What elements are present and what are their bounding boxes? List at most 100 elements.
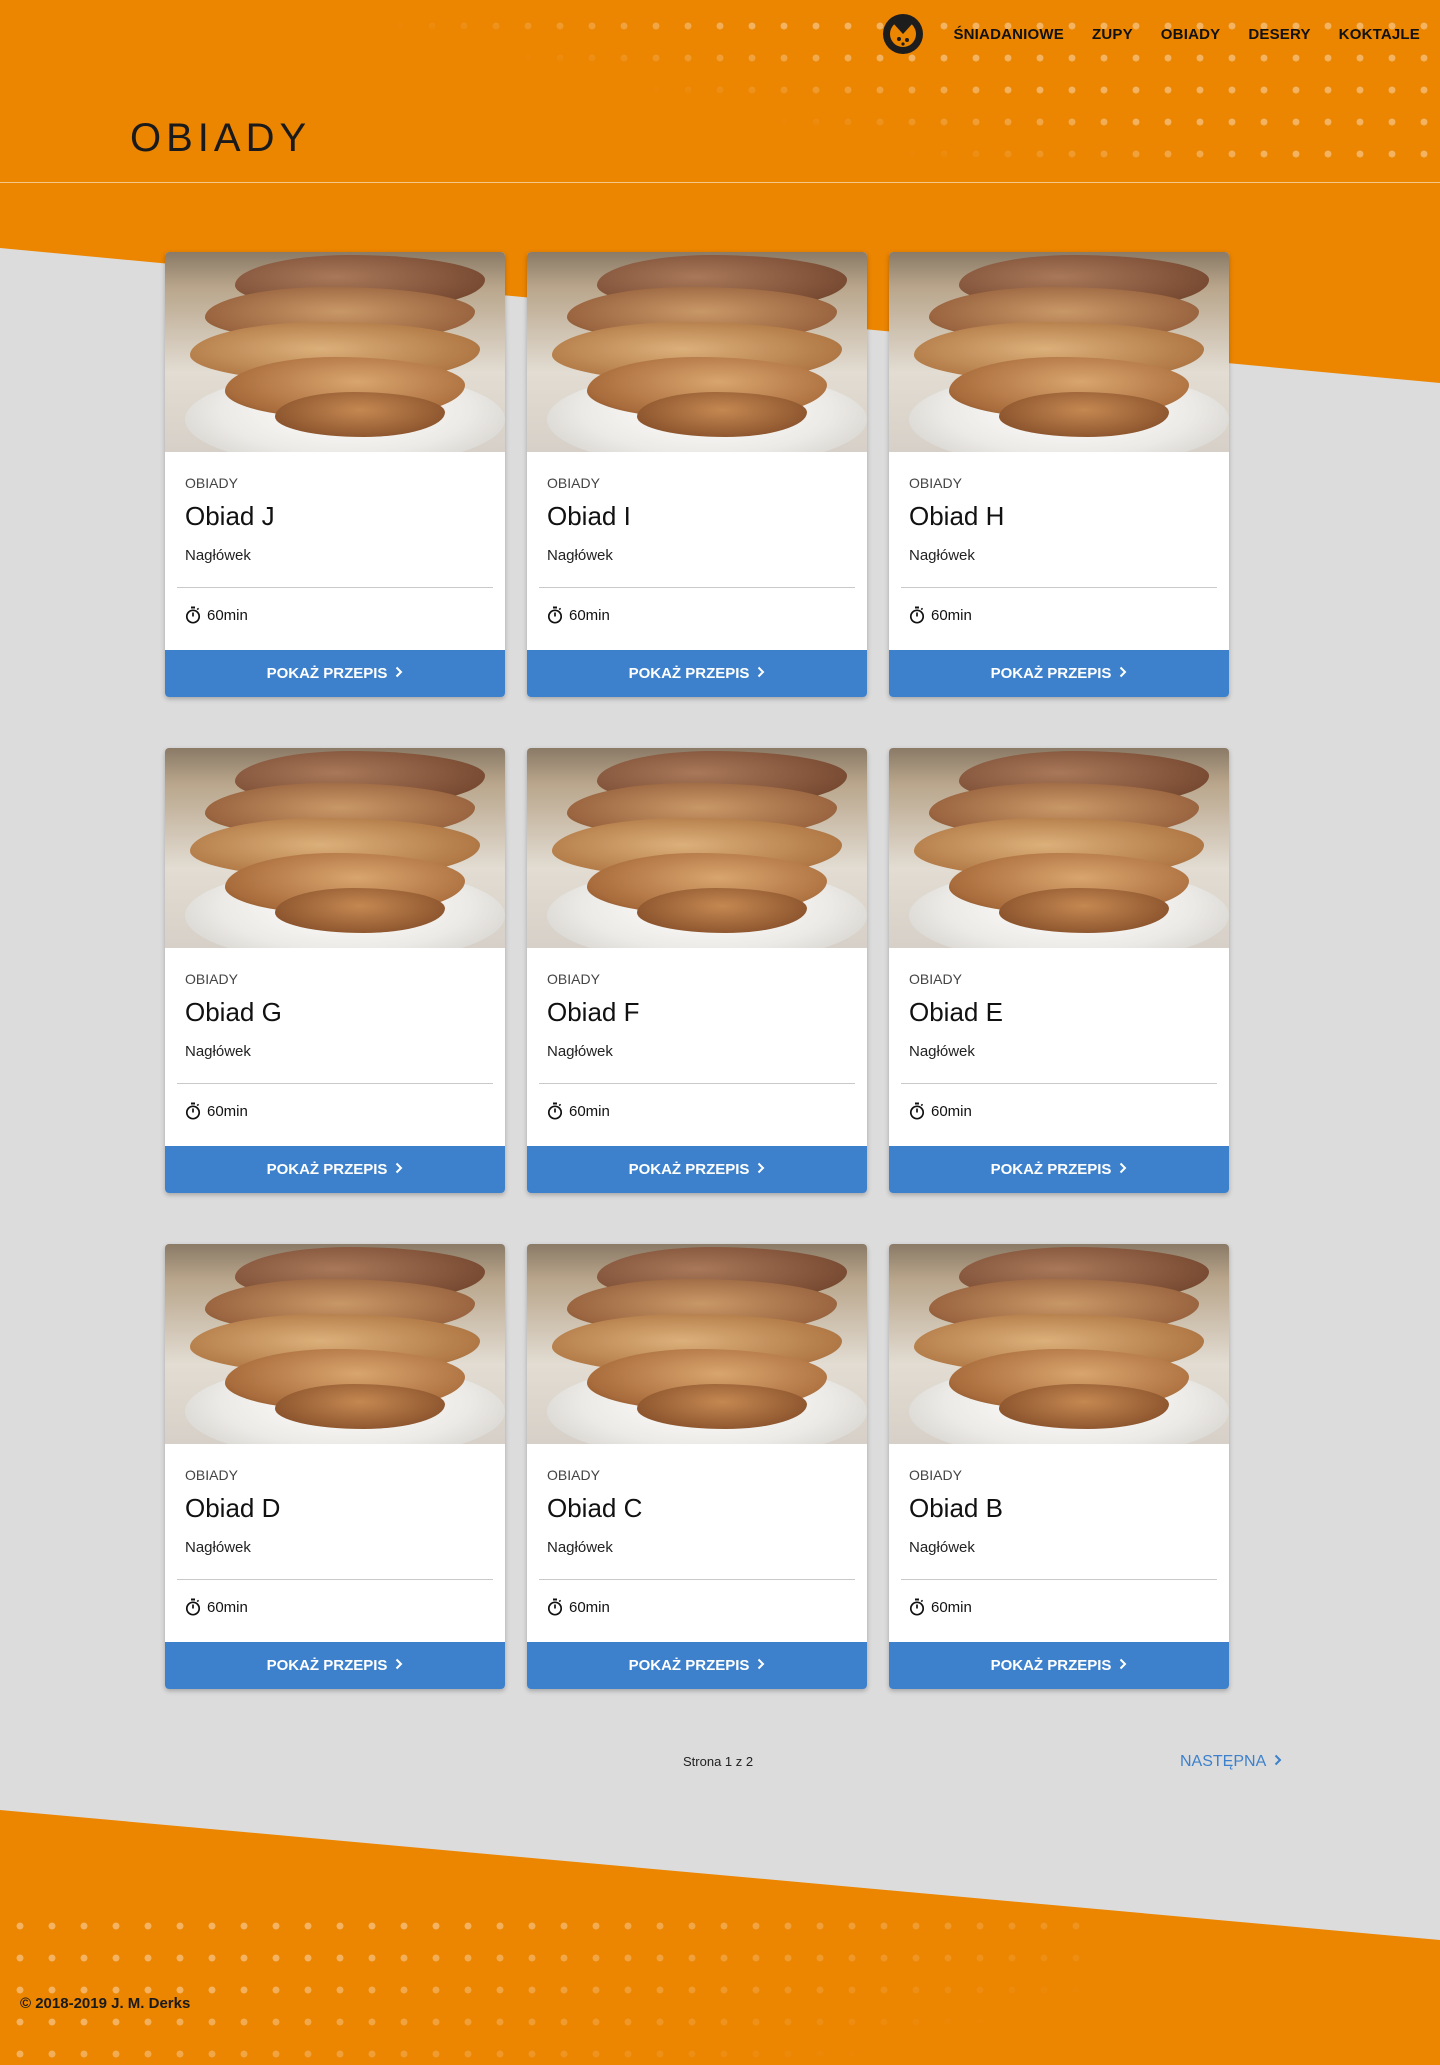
chevron-right-icon [395,1657,403,1674]
card-time: 60min [207,1598,248,1616]
show-recipe-button[interactable]: POKAŻ PRZEPIS [527,1146,867,1193]
chevron-right-icon [757,665,765,682]
card-body: OBIADY Obiad B Nagłówek 60min [889,1467,1229,1618]
card-category: OBIADY [185,475,238,491]
stopwatch-icon [185,1102,201,1120]
card-time: 60min [569,1598,610,1616]
recipe-card: OBIADY Obiad H Nagłówek 60min POKAŻ PRZE… [889,252,1229,697]
card-divider [539,587,855,588]
recipe-image[interactable] [889,1244,1229,1444]
card-body: OBIADY Obiad C Nagłówek 60min [527,1467,867,1618]
stopwatch-icon [547,1102,563,1120]
show-recipe-label: POKAŻ PRZEPIS [628,665,750,682]
show-recipe-label: POKAŻ PRZEPIS [266,1657,388,1674]
chevron-right-icon [1119,665,1127,682]
show-recipe-label: POKAŻ PRZEPIS [628,1657,750,1674]
card-category: OBIADY [185,971,238,987]
card-divider [177,1083,493,1084]
recipe-image[interactable] [165,748,505,948]
card-title[interactable]: Obiad D [185,1493,485,1527]
nav-link-sniadaniowe[interactable]: ŚNIADANIOWE [953,26,1064,43]
card-title[interactable]: Obiad G [185,997,485,1031]
recipe-image[interactable] [527,748,867,948]
page-header: OBIADY ŚNIADANIOWE ZUPY OBIADY DESERY KO… [0,0,1440,183]
page-indicator: Strona 1 z 2 [683,1754,754,1769]
card-title[interactable]: Obiad I [547,501,847,535]
card-body: OBIADY Obiad H Nagłówek 60min [889,475,1229,626]
card-subtitle: Nagłówek [909,1539,975,1556]
card-title[interactable]: Obiad E [909,997,1209,1031]
card-category: OBIADY [547,971,600,987]
show-recipe-label: POKAŻ PRZEPIS [628,1161,750,1178]
next-page-label: NASTĘPNA [1180,1753,1267,1770]
card-subtitle: Nagłówek [547,1539,613,1556]
card-subtitle: Nagłówek [185,547,251,564]
card-category: OBIADY [909,1467,962,1483]
show-recipe-button[interactable]: POKAŻ PRZEPIS [889,650,1229,697]
card-title[interactable]: Obiad H [909,501,1209,535]
nav-link-desery[interactable]: DESERY [1248,26,1310,43]
recipe-card: OBIADY Obiad B Nagłówek 60min POKAŻ PRZE… [889,1244,1229,1689]
card-body: OBIADY Obiad F Nagłówek 60min [527,971,867,1122]
recipe-card: OBIADY Obiad J Nagłówek 60min POKAŻ PRZE… [165,252,505,697]
card-subtitle: Nagłówek [547,1043,613,1060]
card-category: OBIADY [547,475,600,491]
recipe-image[interactable] [527,252,867,452]
show-recipe-button[interactable]: POKAŻ PRZEPIS [165,1146,505,1193]
chevron-right-icon [757,1161,765,1178]
recipe-card: OBIADY Obiad E Nagłówek 60min POKAŻ PRZE… [889,748,1229,1193]
card-time: 60min [207,1102,248,1120]
nav-link-obiady[interactable]: OBIADY [1161,26,1221,43]
card-body: OBIADY Obiad E Nagłówek 60min [889,971,1229,1122]
card-time: 60min [931,1598,972,1616]
card-category: OBIADY [547,1467,600,1483]
card-time: 60min [569,606,610,624]
card-meta: 60min [547,1596,847,1618]
card-time: 60min [207,606,248,624]
stopwatch-icon [547,606,563,624]
recipe-card: OBIADY Obiad I Nagłówek 60min POKAŻ PRZE… [527,252,867,697]
footer-background [0,1810,1440,2065]
recipe-card: OBIADY Obiad D Nagłówek 60min POKAŻ PRZE… [165,1244,505,1689]
card-divider [539,1579,855,1580]
show-recipe-label: POKAŻ PRZEPIS [990,1161,1112,1178]
recipe-image[interactable] [527,1244,867,1444]
card-title[interactable]: Obiad F [547,997,847,1031]
show-recipe-button[interactable]: POKAŻ PRZEPIS [527,650,867,697]
chevron-right-icon [395,1161,403,1178]
recipe-image[interactable] [889,748,1229,948]
show-recipe-button[interactable]: POKAŻ PRZEPIS [527,1642,867,1689]
stopwatch-icon [547,1598,563,1616]
card-body: OBIADY Obiad I Nagłówek 60min [527,475,867,626]
page-title: OBIADY [130,116,312,160]
card-title[interactable]: Obiad B [909,1493,1209,1527]
recipe-card: OBIADY Obiad G Nagłówek 60min POKAŻ PRZE… [165,748,505,1193]
recipe-image[interactable] [889,252,1229,452]
pizza-logo-icon[interactable] [883,14,924,54]
show-recipe-button[interactable]: POKAŻ PRZEPIS [889,1642,1229,1689]
nav-link-zupy[interactable]: ZUPY [1092,26,1133,43]
card-body: OBIADY Obiad J Nagłówek 60min [165,475,505,626]
recipe-card: OBIADY Obiad C Nagłówek 60min POKAŻ PRZE… [527,1244,867,1689]
card-subtitle: Nagłówek [909,547,975,564]
card-title[interactable]: Obiad C [547,1493,847,1527]
show-recipe-label: POKAŻ PRZEPIS [990,665,1112,682]
show-recipe-button[interactable]: POKAŻ PRZEPIS [165,1642,505,1689]
nav-link-koktajle[interactable]: KOKTAJLE [1339,26,1420,43]
chevron-right-icon [1274,1753,1282,1771]
chevron-right-icon [757,1657,765,1674]
show-recipe-button[interactable]: POKAŻ PRZEPIS [165,650,505,697]
recipe-image[interactable] [165,1244,505,1444]
card-meta: 60min [185,604,485,626]
footer-dot-pattern [0,1910,1100,2065]
stopwatch-icon [185,1598,201,1616]
recipe-image[interactable] [165,252,505,452]
card-divider [177,1579,493,1580]
stopwatch-icon [909,1102,925,1120]
card-divider [901,1083,1217,1084]
next-page-link[interactable]: NASTĘPNA [1180,1753,1282,1771]
chevron-right-icon [1119,1161,1127,1178]
card-title[interactable]: Obiad J [185,501,485,535]
card-meta: 60min [909,1100,1209,1122]
show-recipe-button[interactable]: POKAŻ PRZEPIS [889,1146,1229,1193]
